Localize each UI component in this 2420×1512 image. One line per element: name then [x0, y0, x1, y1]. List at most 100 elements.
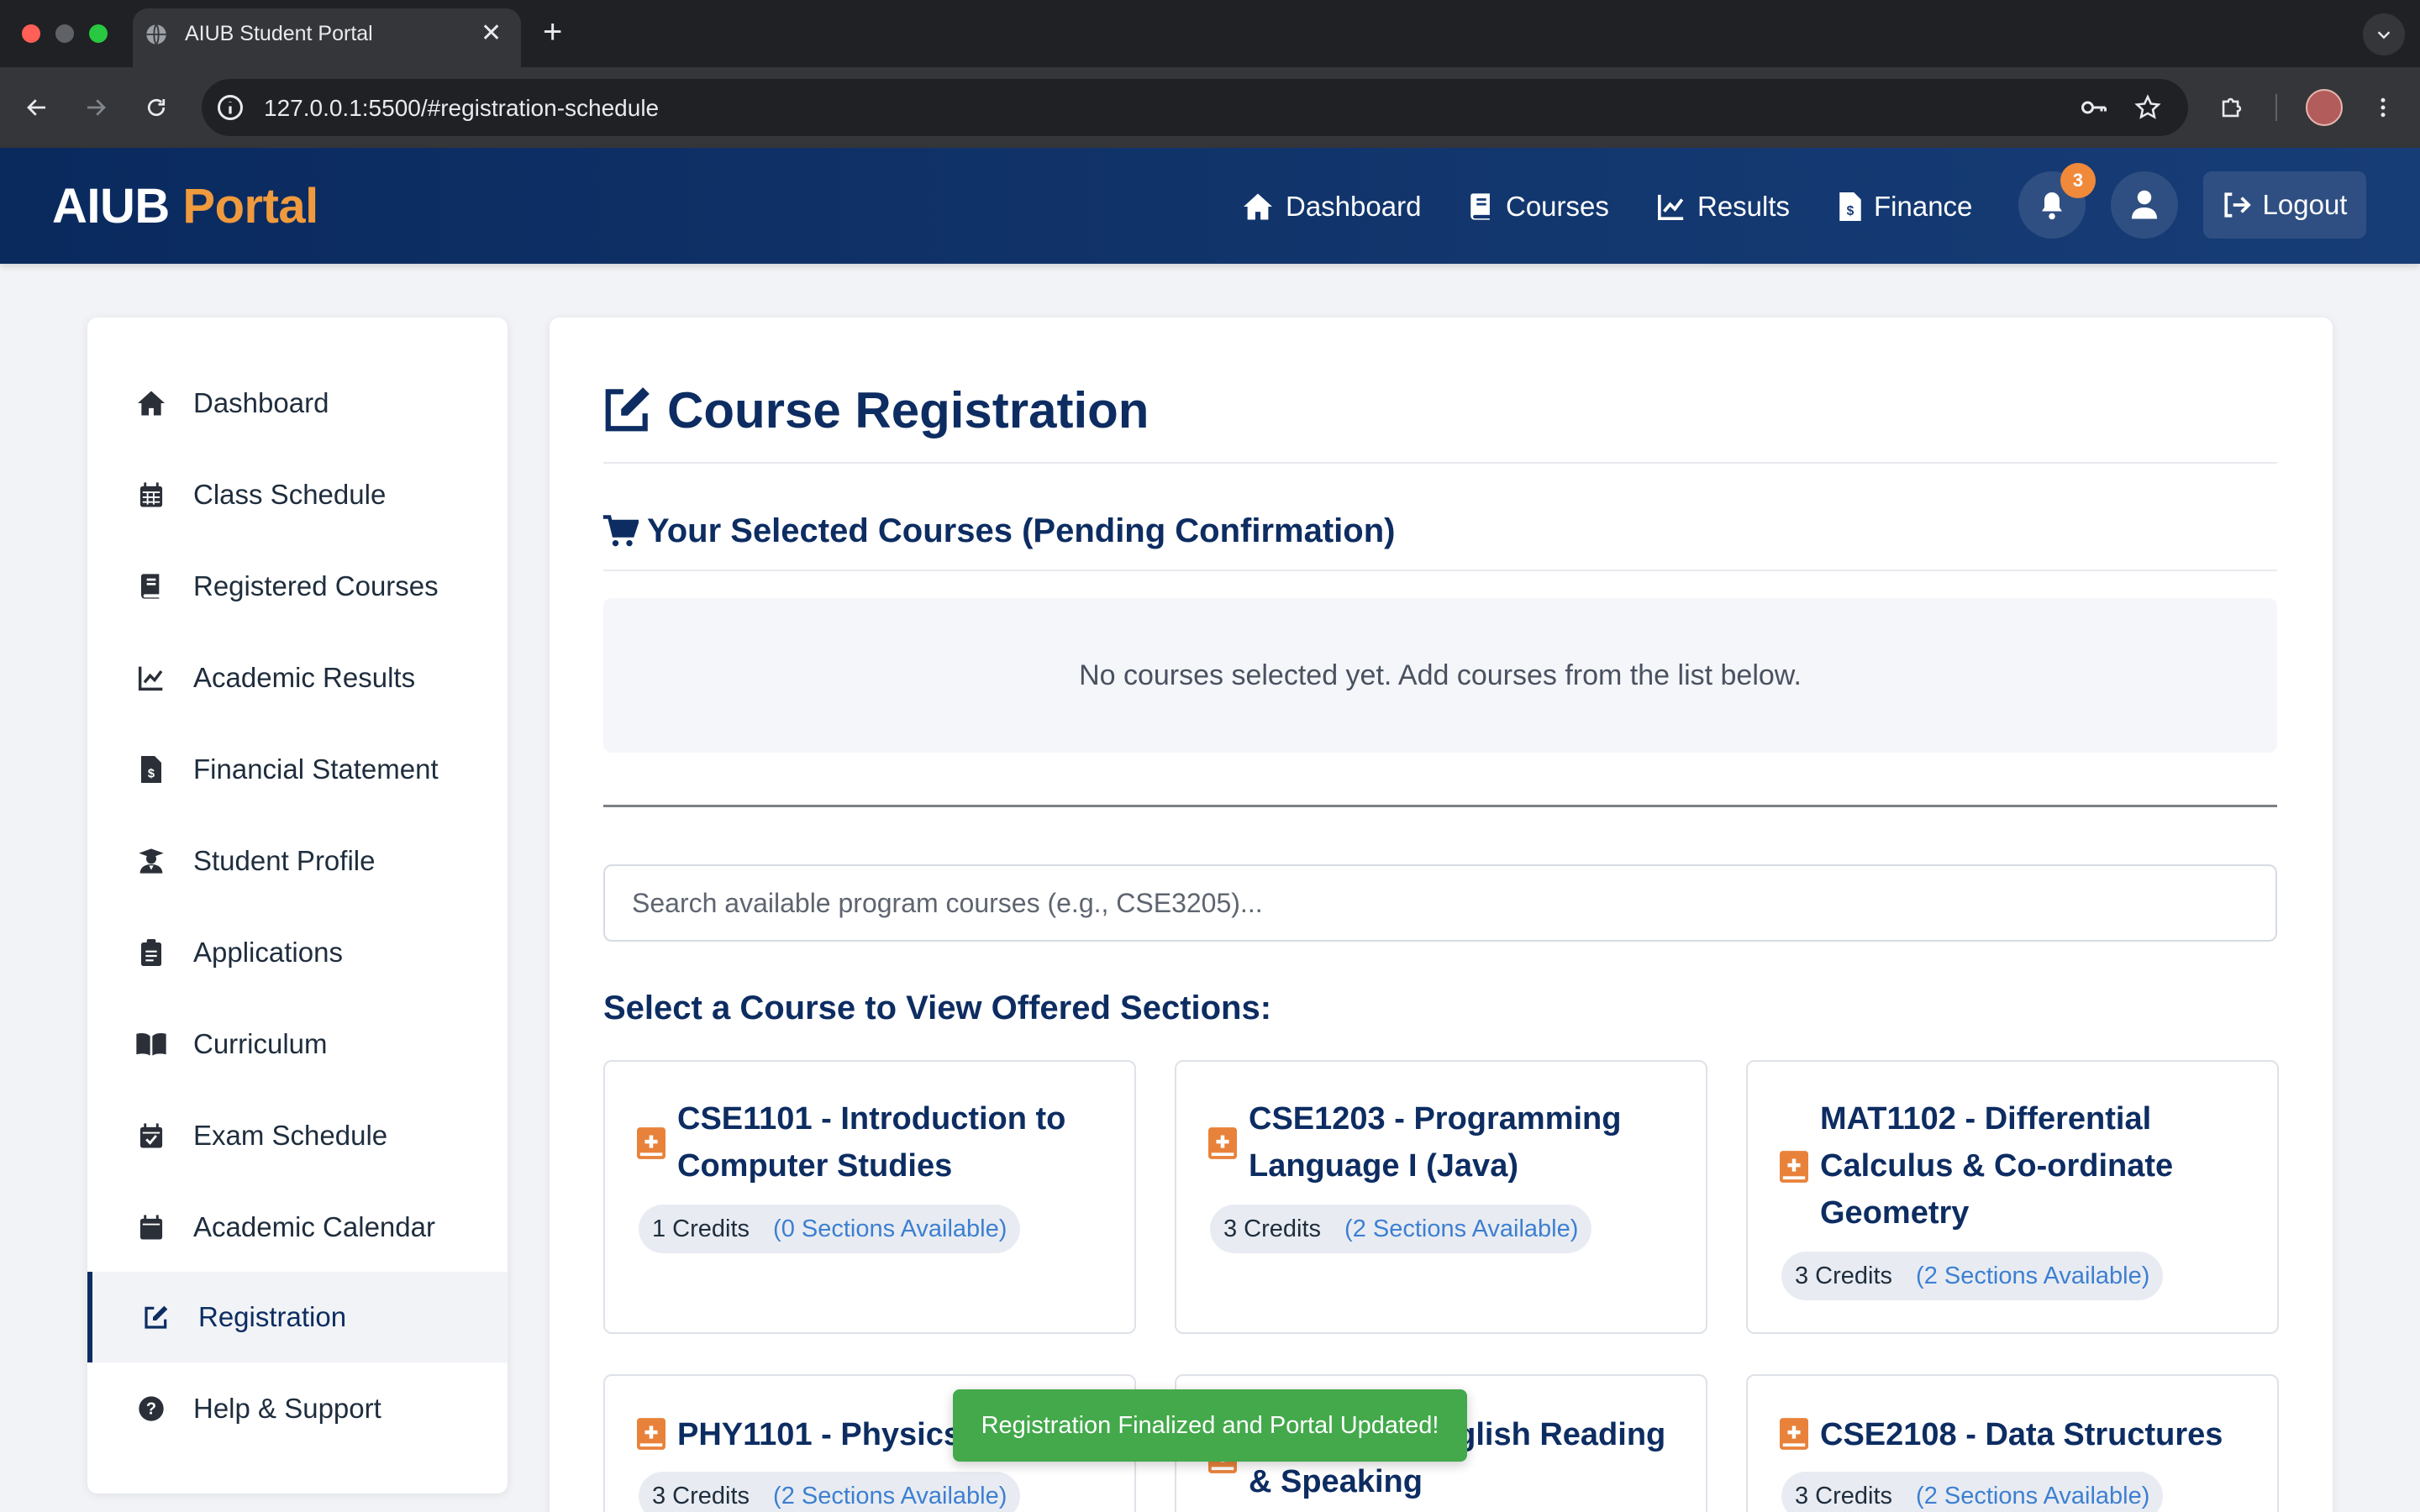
- nav-finance-link[interactable]: $ Finance: [1839, 190, 1972, 223]
- sidebar-item-label: Registered Courses: [193, 570, 439, 601]
- shopping-cart-icon: [602, 515, 639, 547]
- course-meta-pill: 1 Credits (0 Sections Available): [639, 1205, 1021, 1253]
- sidebar-item-help-support[interactable]: ? Help & Support: [87, 1363, 508, 1454]
- sidebar-item-dashboard[interactable]: Dashboard: [87, 358, 508, 449]
- brand-logo[interactable]: AIUB Portal: [52, 178, 318, 234]
- sidebar-item-class-schedule[interactable]: Class Schedule: [87, 449, 508, 540]
- arrow-left-icon: [27, 99, 45, 116]
- book-medical-icon: [1780, 1418, 1808, 1450]
- bookmark-button[interactable]: [2131, 91, 2165, 124]
- chart-line-icon: [1657, 194, 1684, 221]
- course-search-input[interactable]: [603, 864, 2277, 942]
- calendar-icon: [134, 1210, 168, 1244]
- user-icon: [2132, 190, 2157, 219]
- graduate-icon: [134, 844, 168, 878]
- window-close-button[interactable]: [22, 24, 40, 43]
- course-sections-available[interactable]: (2 Sections Available): [773, 1483, 1007, 1510]
- reload-button[interactable]: [139, 91, 173, 124]
- brand-main: AIUB: [52, 179, 170, 234]
- puzzle-icon: [2222, 97, 2242, 118]
- nav-courses-label: Courses: [1506, 191, 1609, 222]
- course-credits: 3 Credits: [1795, 1262, 1893, 1289]
- svg-text:$: $: [1847, 204, 1854, 218]
- star-icon: [2134, 94, 2161, 119]
- window-zoom-button[interactable]: [89, 24, 108, 43]
- clipboard-icon: [134, 936, 168, 969]
- key-icon: [2081, 101, 2107, 114]
- url-text[interactable]: 127.0.0.1:5500/#registration-schedule: [264, 95, 659, 122]
- course-credits: 3 Credits: [652, 1482, 750, 1509]
- course-sections-available[interactable]: (0 Sections Available): [773, 1215, 1007, 1243]
- sidebar-item-label: Academic Results: [193, 662, 416, 693]
- sidebar-item-curriculum[interactable]: Curriculum: [87, 999, 508, 1089]
- browser-menu-button[interactable]: [2366, 91, 2400, 124]
- logout-label: Logout: [2262, 189, 2348, 220]
- edit-icon: [139, 1300, 173, 1334]
- course-title[interactable]: CSE1203 - Programming Language I (Java): [1249, 1095, 1694, 1189]
- course-meta-pill: 3 Credits (2 Sections Available): [1210, 1205, 1592, 1253]
- course-sections-available[interactable]: (2 Sections Available): [1344, 1215, 1578, 1243]
- home-icon: [1244, 193, 1272, 220]
- home-icon: [134, 386, 168, 420]
- sidebar-item-applications[interactable]: Applications: [87, 907, 508, 998]
- profile-button[interactable]: [2111, 171, 2178, 239]
- sidebar-item-label: Student Profile: [193, 845, 376, 876]
- nav-results-link[interactable]: Results: [1657, 190, 1790, 223]
- sidebar-item-student-profile[interactable]: Student Profile: [87, 816, 508, 906]
- course-sections-available[interactable]: (2 Sections Available): [1916, 1263, 2149, 1290]
- globe-icon: [146, 24, 166, 45]
- course-title[interactable]: MAT1102 - Differential Calculus & Co-ord…: [1820, 1095, 2240, 1236]
- calendar-check-icon: [134, 1119, 168, 1152]
- sidebar-item-label: Help & Support: [193, 1393, 381, 1424]
- selected-courses-heading: Your Selected Courses (Pending Confirmat…: [647, 512, 1396, 549]
- book-medical-icon: [637, 1418, 666, 1450]
- course-title[interactable]: CSE2108 - Data Structures: [1820, 1411, 2265, 1458]
- course-title[interactable]: CSE1101 - Introduction to Computer Studi…: [677, 1095, 1123, 1189]
- sidebar-item-academic-calendar[interactable]: Academic Calendar: [87, 1182, 508, 1273]
- kebab-menu-icon: [2381, 97, 2386, 118]
- password-key-button[interactable]: [2077, 91, 2111, 124]
- logout-button[interactable]: Logout: [2203, 171, 2366, 239]
- course-meta-pill: 3 Credits (2 Sections Available): [1781, 1472, 2164, 1512]
- course-sections-available[interactable]: (2 Sections Available): [1916, 1483, 2149, 1510]
- sidebar-item-financial-statement[interactable]: $ Financial Statement: [87, 724, 508, 815]
- reload-icon: [147, 98, 166, 117]
- profile-avatar[interactable]: [2306, 89, 2343, 126]
- tab-search-button[interactable]: [2363, 13, 2405, 55]
- extensions-button[interactable]: [2215, 91, 2249, 124]
- sidebar-item-exam-schedule[interactable]: Exam Schedule: [87, 1090, 508, 1181]
- nav-courses-link[interactable]: Courses: [1469, 190, 1609, 223]
- nav-dashboard-link[interactable]: Dashboard: [1242, 190, 1421, 223]
- course-select-heading: Select a Course to View Offered Sections…: [603, 990, 1272, 1026]
- nav-finance-label: Finance: [1874, 191, 1973, 222]
- toast-message: Registration Finalized and Portal Update…: [981, 1411, 1439, 1439]
- course-meta-pill: 3 Credits (2 Sections Available): [1781, 1252, 2164, 1300]
- bell-icon: [2042, 192, 2062, 220]
- file-invoice-dollar-icon: $: [134, 753, 168, 786]
- window-minimize-button[interactable]: [55, 24, 74, 43]
- file-invoice-dollar-icon: $: [1839, 192, 1861, 221]
- sidebar-item-label: Academic Calendar: [193, 1211, 435, 1242]
- svg-text:$: $: [148, 767, 155, 780]
- sidebar-item-label: Curriculum: [193, 1028, 328, 1059]
- section-divider: [603, 570, 2277, 571]
- title-divider: [603, 462, 2277, 464]
- new-tab-button[interactable]: +: [543, 13, 562, 51]
- selected-courses-empty-state: No courses selected yet. Add courses fro…: [603, 598, 2277, 753]
- svg-text:?: ?: [146, 1400, 156, 1419]
- sidebar-item-label: Financial Statement: [193, 753, 439, 785]
- sidebar-item-label: Exam Schedule: [193, 1120, 388, 1151]
- success-toast: Registration Finalized and Portal Update…: [953, 1389, 1467, 1462]
- sidebar-item-label: Dashboard: [193, 387, 329, 418]
- sidebar-item-academic-results[interactable]: Academic Results: [87, 633, 508, 723]
- sidebar-item-registration[interactable]: Registration: [87, 1272, 508, 1362]
- book-medical-icon: [1780, 1151, 1808, 1183]
- site-info-icon[interactable]: [215, 92, 245, 123]
- sidebar-item-registered-courses[interactable]: Registered Courses: [87, 541, 508, 632]
- tab-close-icon[interactable]: ✕: [481, 18, 502, 48]
- forward-button[interactable]: [79, 91, 113, 124]
- book-icon: [134, 570, 168, 603]
- arrow-right-icon: [87, 99, 106, 116]
- brand-accent: Portal: [182, 179, 318, 234]
- back-button[interactable]: [20, 91, 54, 124]
